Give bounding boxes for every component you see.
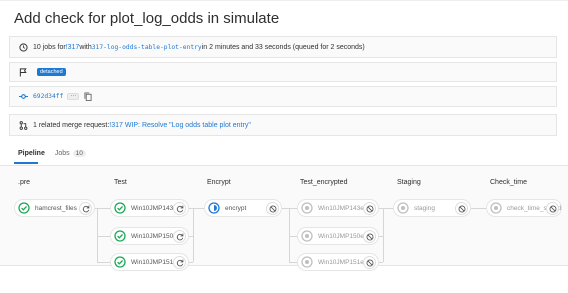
duration-text: in 2 minutes and 33 seconds (queued for … <box>201 43 365 51</box>
job-win10jmp151e[interactable]: Win10JMP151e <box>297 253 379 271</box>
stage-connector <box>383 208 384 262</box>
flag-icon <box>19 67 28 77</box>
top-divider <box>0 0 568 1</box>
retry-icon[interactable] <box>173 202 186 215</box>
stage-connector <box>282 208 298 209</box>
jobs-count-badge: 10 <box>72 150 86 157</box>
status-success-icon <box>114 202 126 214</box>
job-name: encrypt <box>225 204 247 212</box>
status-running-icon <box>208 202 220 214</box>
expand-commit-button[interactable]: ··· <box>67 93 80 100</box>
job-name: Win10JMP151e <box>318 258 364 266</box>
jobs-count-text: 10 jobs for <box>33 43 66 51</box>
job-win10jmp143[interactable]: Win10JMP143 <box>110 199 189 217</box>
active-tab-indicator <box>14 162 38 164</box>
status-created-icon <box>301 256 313 268</box>
detached-badge: detached <box>37 68 66 76</box>
retry-icon[interactable] <box>79 202 92 215</box>
cancel-icon[interactable] <box>266 202 279 215</box>
job-name: staging <box>414 204 435 212</box>
stage-header: Test_encrypted <box>300 179 348 186</box>
status-success-icon <box>114 230 126 242</box>
stage-header: .pre <box>18 179 31 186</box>
cancel-icon[interactable] <box>546 202 559 215</box>
with-text: with <box>79 43 92 51</box>
stage-connector <box>189 208 205 209</box>
commit-row: 692d34ff ··· <box>9 86 557 107</box>
pipeline-graph: .pre Test Encrypt Test_encrypted Staging… <box>0 165 568 271</box>
stage-connector <box>189 262 193 263</box>
status-success-icon <box>18 202 30 214</box>
stage-header: Test <box>114 179 127 186</box>
related-mr-link[interactable]: !317 WIP: Resolve "Log odds table plot e… <box>109 122 251 129</box>
pipeline-flags: detached <box>9 62 557 82</box>
job-name: hamcrest_files <box>35 204 77 212</box>
job-name: Win10JMP150 <box>131 232 174 240</box>
pipeline-tabs: Pipeline Jobs 10 <box>18 150 96 157</box>
job-win10jmp151[interactable]: Win10JMP151 <box>110 253 189 271</box>
job-win10jmp143e[interactable]: Win10JMP143e <box>297 199 379 217</box>
cancel-icon[interactable] <box>363 230 376 243</box>
retry-icon[interactable] <box>173 230 186 243</box>
tab-jobs-label: Jobs <box>54 150 70 157</box>
stage-connector <box>289 208 290 262</box>
cancel-icon[interactable] <box>363 202 376 215</box>
job-staging[interactable]: staging <box>393 199 471 217</box>
status-created-icon <box>490 202 502 214</box>
status-success-icon <box>114 256 126 268</box>
stage-connector <box>193 208 194 262</box>
job-hamcrest-files[interactable]: hamcrest_files <box>14 199 95 217</box>
page-title: Add check for plot_log_odds in simulate <box>14 10 280 27</box>
merge-request-link[interactable]: !317 <box>66 44 80 51</box>
stage-connector <box>379 262 383 263</box>
job-encrypt[interactable]: encrypt <box>204 199 282 217</box>
job-check-time-spend[interactable]: check_time_spend <box>486 199 562 217</box>
stage-header: Check_time <box>490 179 527 186</box>
related-mr-text: 1 related merge request: <box>33 121 110 129</box>
retry-icon[interactable] <box>173 256 186 269</box>
cancel-icon[interactable] <box>363 256 376 269</box>
clock-icon <box>19 42 28 52</box>
merge-request-icon <box>19 120 28 130</box>
commit-icon <box>19 92 28 101</box>
copy-icon[interactable] <box>83 92 92 101</box>
job-win10jmp150e[interactable]: Win10JMP150e <box>297 227 379 245</box>
stage-header: Encrypt <box>207 179 231 186</box>
status-created-icon <box>397 202 409 214</box>
stage-header: Staging <box>397 179 421 186</box>
related-mr-row: 1 related merge request: !317 WIP: Resol… <box>9 114 557 136</box>
tab-pipeline[interactable]: Pipeline <box>18 150 45 157</box>
job-name: Win10JMP143 <box>131 204 174 212</box>
commit-sha-link[interactable]: 692d34ff <box>33 93 63 100</box>
tab-jobs[interactable]: Jobs 10 <box>55 150 86 157</box>
stage-connector <box>97 208 98 262</box>
status-created-icon <box>301 202 313 214</box>
job-name: Win10JMP143e <box>318 204 364 212</box>
job-name: Win10JMP151 <box>131 258 174 266</box>
job-win10jmp150[interactable]: Win10JMP150 <box>110 227 189 245</box>
cancel-icon[interactable] <box>455 202 468 215</box>
status-created-icon <box>301 230 313 242</box>
branch-link[interactable]: 317-log-odds-table-plot-entry <box>92 44 202 51</box>
job-name: Win10JMP150e <box>318 232 364 240</box>
pipeline-summary: 10 jobs for !317 with 317-log-odds-table… <box>9 36 557 58</box>
